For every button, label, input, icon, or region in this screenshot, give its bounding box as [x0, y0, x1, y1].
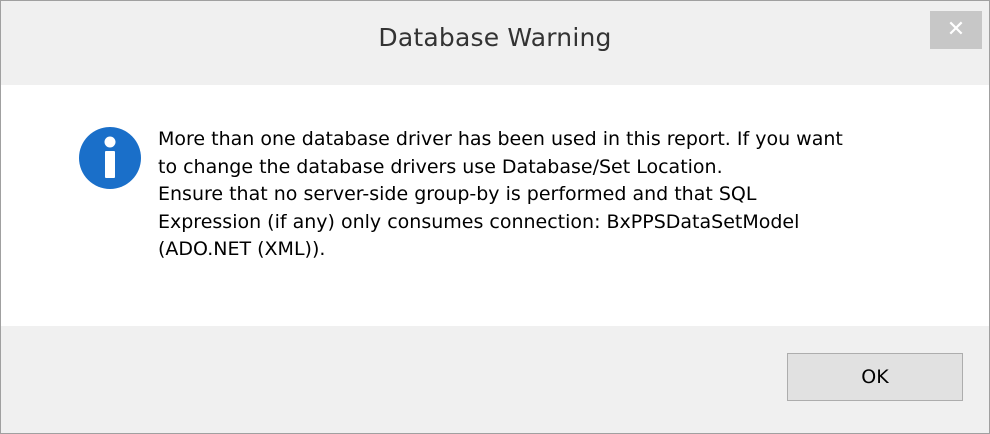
- message-line: Ensure that no server-side group-by is p…: [158, 183, 757, 205]
- title-bar: Database Warning ✕: [1, 1, 989, 85]
- dialog-content: More than one database driver has been u…: [11, 85, 979, 326]
- info-icon: [79, 127, 141, 189]
- database-warning-dialog: Database Warning ✕ More than one databas…: [0, 0, 990, 434]
- message-line: (ADO.NET (XML)).: [158, 238, 326, 260]
- button-bar: OK: [1, 326, 989, 433]
- message-line: to change the database drivers use Datab…: [158, 155, 723, 178]
- dialog-title: Database Warning: [378, 23, 612, 52]
- close-icon: ✕: [946, 17, 966, 42]
- close-button[interactable]: ✕: [930, 11, 982, 49]
- warning-message: More than one database driver has been u…: [158, 126, 948, 264]
- message-line: More than one database driver has been u…: [158, 128, 843, 150]
- ok-button[interactable]: OK: [787, 353, 963, 401]
- message-line: Expression (if any) only consumes connec…: [158, 210, 800, 233]
